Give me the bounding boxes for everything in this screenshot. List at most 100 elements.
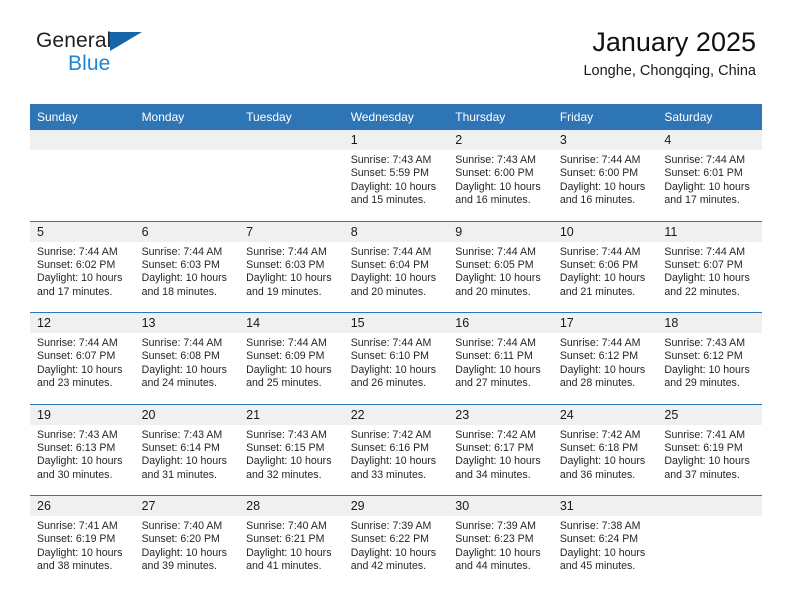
day-cell[interactable]: Sunrise: 7:41 AM Sunset: 6:19 PM Daylight:…: [657, 424, 762, 496]
day-number[interactable]: 1: [343, 130, 449, 150]
sunset-line: Sunset: 6:00 PM: [559, 167, 639, 180]
day-number[interactable]: 29: [343, 495, 449, 516]
day-number[interactable]: 25: [657, 404, 762, 425]
day-number[interactable]: 23: [448, 404, 553, 425]
daylight-line-1: Daylight: 10 hours: [455, 546, 541, 559]
week-daynumber-row: 5 6 7 8 9 10 11: [30, 221, 762, 242]
sunset-line: Sunset: 6:17 PM: [455, 441, 534, 454]
day-number[interactable]: 22: [343, 404, 449, 425]
day-cell[interactable]: Sunrise: 7:44 AM Sunset: 6:10 PM Daylight:…: [343, 333, 449, 405]
day-number[interactable]: 8: [343, 221, 449, 242]
day-number[interactable]: 10: [552, 221, 658, 242]
daylight-line-2: and 39 minutes.: [141, 560, 217, 573]
logo-text-blue: Blue: [68, 52, 111, 75]
sunrise-line: Sunrise: 7:43 AM: [246, 428, 327, 441]
day-cell[interactable]: Sunrise: 7:44 AM Sunset: 6:03 PM Daylight:…: [134, 241, 240, 313]
sunset-line: Sunset: 6:19 PM: [664, 441, 743, 454]
day-cell[interactable]: Sunrise: 7:40 AM Sunset: 6:21 PM Daylight:…: [239, 516, 344, 587]
day-number[interactable]: 21: [239, 404, 344, 425]
weekday-header-saturday: Saturday: [657, 104, 762, 130]
daylight-line-2: and 16 minutes.: [455, 194, 531, 207]
day-cell[interactable]: Sunrise: 7:43 AM Sunset: 6:14 PM Daylight:…: [134, 424, 240, 496]
sunset-line: Sunset: 6:02 PM: [37, 258, 116, 271]
day-number[interactable]: 26: [30, 495, 135, 516]
day-cell[interactable]: Sunrise: 7:44 AM Sunset: 6:00 PM Daylight:…: [552, 150, 658, 222]
day-number[interactable]: 28: [239, 495, 344, 516]
day-number[interactable]: 15: [343, 312, 449, 333]
day-cell[interactable]: Sunrise: 7:42 AM Sunset: 6:17 PM Daylight:…: [448, 424, 553, 496]
day-number[interactable]: 14: [239, 312, 344, 333]
day-cell[interactable]: Sunrise: 7:40 AM Sunset: 6:20 PM Daylight:…: [134, 516, 240, 587]
day-number[interactable]: 20: [134, 404, 240, 425]
day-cell[interactable]: Sunrise: 7:39 AM Sunset: 6:22 PM Daylight:…: [343, 516, 449, 587]
day-cell[interactable]: Sunrise: 7:44 AM Sunset: 6:07 PM Daylight:…: [30, 333, 135, 405]
day-number[interactable]: 7: [239, 221, 344, 242]
day-cell-empty: [30, 150, 135, 222]
day-cell[interactable]: Sunrise: 7:44 AM Sunset: 6:08 PM Daylight:…: [134, 333, 240, 405]
daylight-line-1: Daylight: 10 hours: [559, 455, 646, 468]
day-number[interactable]: 30: [448, 495, 553, 516]
day-number[interactable]: 9: [448, 221, 553, 242]
day-cell[interactable]: Sunrise: 7:44 AM Sunset: 6:12 PM Daylight:…: [552, 333, 658, 405]
day-number[interactable]: 5: [30, 221, 135, 242]
sunset-line: Sunset: 6:07 PM: [664, 258, 743, 271]
day-cell[interactable]: Sunrise: 7:44 AM Sunset: 6:07 PM Daylight:…: [657, 241, 762, 313]
daylight-line-1: Daylight: 10 hours: [246, 272, 332, 285]
day-cell[interactable]: Sunrise: 7:44 AM Sunset: 6:06 PM Daylight:…: [552, 241, 658, 313]
day-cell[interactable]: Sunrise: 7:39 AM Sunset: 6:23 PM Daylight:…: [448, 516, 553, 587]
day-cell[interactable]: Sunrise: 7:44 AM Sunset: 6:09 PM Daylight:…: [239, 333, 344, 405]
daylight-line-2: and 20 minutes.: [455, 285, 531, 298]
day-number[interactable]: 31: [552, 495, 658, 516]
daylight-line-2: and 17 minutes.: [37, 285, 113, 298]
day-number[interactable]: 6: [134, 221, 240, 242]
day-cell[interactable]: Sunrise: 7:42 AM Sunset: 6:16 PM Daylight:…: [343, 424, 449, 496]
day-cell[interactable]: Sunrise: 7:44 AM Sunset: 6:02 PM Daylight:…: [30, 241, 135, 313]
day-number[interactable]: 11: [657, 221, 762, 242]
day-cell[interactable]: Sunrise: 7:41 AM Sunset: 6:19 PM Daylight:…: [30, 516, 135, 587]
sunset-line: Sunset: 6:18 PM: [559, 441, 639, 454]
location-subtitle: Longhe, Chongqing, China: [583, 63, 756, 80]
sunrise-line: Sunrise: 7:39 AM: [455, 520, 536, 532]
day-cell[interactable]: Sunrise: 7:44 AM Sunset: 6:05 PM Daylight:…: [448, 241, 553, 313]
sunrise-line: Sunrise: 7:43 AM: [350, 154, 432, 166]
day-cell[interactable]: Sunrise: 7:38 AM Sunset: 6:24 PM Daylight:…: [552, 516, 658, 587]
day-number[interactable]: 19: [30, 404, 135, 425]
daylight-line-2: and 25 minutes.: [246, 377, 322, 390]
sunset-line: Sunset: 6:16 PM: [350, 441, 430, 454]
weekday-header-monday: Monday: [134, 104, 240, 130]
day-number[interactable]: 17: [552, 312, 658, 333]
day-number[interactable]: 16: [448, 312, 553, 333]
sunrise-line: Sunrise: 7:44 AM: [246, 337, 327, 349]
day-cell[interactable]: Sunrise: 7:43 AM Sunset: 5:59 PM Daylight:…: [343, 150, 449, 222]
day-cell[interactable]: Sunrise: 7:43 AM Sunset: 6:13 PM Daylight:…: [30, 424, 135, 496]
general-blue-logo[interactable]: General Blue: [36, 30, 142, 75]
day-cell[interactable]: Sunrise: 7:43 AM Sunset: 6:15 PM Daylight:…: [239, 424, 344, 496]
week-daynumber-row: 26 27 28 29 30 31: [30, 495, 762, 516]
day-cell[interactable]: Sunrise: 7:44 AM Sunset: 6:01 PM Daylight:…: [657, 150, 762, 222]
week-daynumber-row: 1234: [30, 130, 762, 150]
sunrise-line: Sunrise: 7:43 AM: [37, 428, 118, 441]
day-number[interactable]: 13: [134, 312, 240, 333]
day-number[interactable]: 24: [552, 404, 658, 425]
day-number[interactable]: 27: [134, 495, 240, 516]
daylight-line-1: Daylight: 10 hours: [350, 272, 437, 285]
calendar-body: 1 2 3 4 Sunrise: 7:43 AM Sunset: 5:59 PM Dayli…: [30, 130, 762, 587]
day-cell[interactable]: Sunrise: 7:44 AM Sunset: 6:11 PM Daylight:…: [448, 333, 553, 405]
day-number[interactable]: 2: [448, 130, 553, 150]
day-number[interactable]: 4: [657, 130, 762, 150]
week-detail-row: Sunrise: 7:43 AM Sunset: 6:13 PM Daylight:…: [30, 424, 762, 496]
day-cell[interactable]: Sunrise: 7:42 AM Sunset: 6:18 PM Daylight:…: [552, 424, 658, 496]
sunset-line: Sunset: 6:09 PM: [246, 350, 325, 363]
day-number[interactable]: 18: [657, 312, 762, 333]
day-cell[interactable]: Sunrise: 7:44 AM Sunset: 6:03 PM Daylight:…: [239, 241, 344, 313]
day-cell-empty: [134, 150, 240, 222]
day-cell[interactable]: Sunrise: 7:44 AM Sunset: 6:04 PM Daylight:…: [343, 241, 449, 313]
day-number[interactable]: 3: [552, 130, 658, 150]
daylight-line-1: Daylight: 10 hours: [350, 546, 437, 559]
daylight-line-2: and 45 minutes.: [559, 560, 636, 573]
day-cell[interactable]: Sunrise: 7:43 AM Sunset: 6:12 PM Daylight:…: [657, 333, 762, 405]
day-number[interactable]: 12: [30, 312, 135, 333]
weekday-header-sunday: Sunday: [30, 104, 135, 130]
daylight-line-2: and 23 minutes.: [37, 377, 113, 390]
day-cell[interactable]: Sunrise: 7:43 AM Sunset: 6:00 PM Daylight:…: [448, 150, 553, 222]
